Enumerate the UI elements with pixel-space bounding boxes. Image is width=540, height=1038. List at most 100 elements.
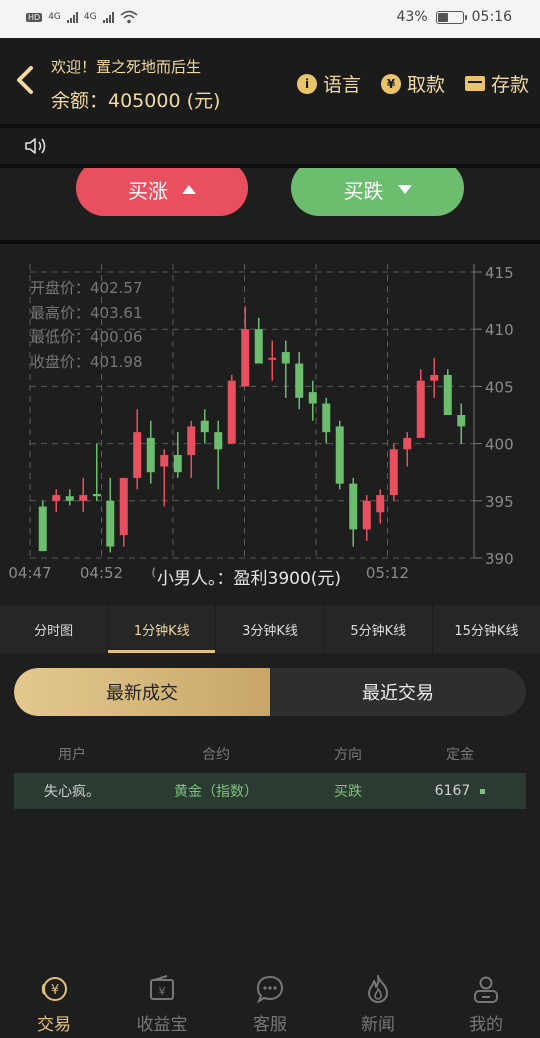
candle-body bbox=[79, 495, 88, 501]
flame-icon bbox=[368, 975, 388, 1003]
candle-body bbox=[106, 500, 115, 547]
candle-body bbox=[403, 437, 412, 450]
high-price: 最高价：403.61 bbox=[30, 303, 143, 322]
candle-body bbox=[376, 495, 385, 513]
candle-body bbox=[146, 437, 155, 473]
notice-bar bbox=[0, 128, 540, 164]
tab-1min-kline[interactable]: 1分钟K线 bbox=[108, 605, 217, 653]
candle-body bbox=[416, 380, 425, 438]
table-row: 失心疯。 黄金（指数） 买跌 6167 bbox=[14, 773, 526, 809]
cell-user: 失心疯。 bbox=[44, 784, 100, 800]
col-direction: 方向 bbox=[334, 747, 362, 763]
y-tick-label: 400 bbox=[485, 436, 514, 454]
y-tick-label: 415 bbox=[485, 264, 514, 282]
svg-text:¥: ¥ bbox=[51, 983, 59, 998]
candle-body bbox=[268, 357, 277, 360]
candle-body bbox=[92, 493, 101, 497]
trade-yen-icon: ¥ bbox=[41, 977, 67, 1001]
candle-body bbox=[443, 374, 452, 415]
withdraw-label: 取款 bbox=[407, 74, 446, 96]
candle-body bbox=[214, 432, 223, 450]
wallet-yen-icon: ¥ bbox=[150, 975, 174, 1000]
nav-trade[interactable]: ¥ 交易 bbox=[0, 966, 108, 1038]
tab-5min-kline[interactable]: 5分钟K线 bbox=[325, 605, 433, 653]
cell-deposit: 6167 bbox=[434, 783, 471, 799]
col-deposit: 定金 bbox=[446, 747, 474, 763]
candle-body bbox=[457, 415, 466, 427]
chat-bubble-icon bbox=[256, 975, 284, 1004]
candle-body bbox=[430, 374, 439, 381]
nav-trade-label: 交易 bbox=[37, 1015, 71, 1035]
y-tick-label: 395 bbox=[485, 493, 514, 511]
candle-body bbox=[362, 500, 371, 530]
balance-text: 余额：405000 (元) bbox=[51, 90, 221, 112]
kline-chart[interactable]: 41541040540039539004:4704:5204:5705:0205… bbox=[0, 244, 540, 600]
svg-text:¥: ¥ bbox=[159, 985, 166, 998]
welcome-text: 欢迎！置之死地而后生 bbox=[51, 58, 202, 76]
cell-deposit-wrap: 6167 bbox=[394, 773, 526, 809]
back-arrow-icon[interactable] bbox=[14, 62, 36, 98]
network-indicators: HD 4G 4G bbox=[26, 10, 138, 24]
buy-up-button[interactable]: 买涨 bbox=[76, 168, 248, 216]
battery-fill bbox=[437, 12, 448, 22]
ohlc-info: 开盘价：402.57 最高价：403.61 最低价：400.06 收盘价：401… bbox=[30, 276, 143, 374]
candle-body bbox=[389, 449, 398, 496]
yen-icon: ¥ bbox=[381, 73, 401, 94]
profit-ticker: 小男人。：盈利3900(元) bbox=[155, 564, 344, 589]
candle-body bbox=[119, 477, 128, 536]
x-tick-label: 05:12 bbox=[366, 564, 409, 582]
candle-body bbox=[200, 420, 209, 433]
speaker-icon[interactable] bbox=[24, 136, 48, 156]
buy-down-label: 买跌 bbox=[343, 178, 384, 203]
hd-icon: HD bbox=[26, 12, 43, 22]
account-header: 欢迎！置之死地而后生 余额：405000 (元) i 语言 ¥ 取款 存款 bbox=[0, 38, 540, 124]
status-dot-icon bbox=[480, 788, 486, 794]
cell-contract: 黄金（指数） bbox=[174, 784, 258, 800]
net-label-1: 4G bbox=[48, 12, 61, 22]
nav-yield[interactable]: ¥ 收益宝 bbox=[108, 966, 216, 1038]
candle-body bbox=[335, 426, 344, 484]
trade-list-toggle: 最新成交 最近交易 bbox=[14, 668, 526, 716]
signal-icon-2 bbox=[102, 11, 114, 23]
triangle-up-icon bbox=[182, 184, 196, 194]
nav-service[interactable]: 客服 bbox=[216, 966, 324, 1038]
deposit-button[interactable]: 存款 bbox=[465, 70, 529, 97]
language-button[interactable]: i 语言 bbox=[297, 70, 361, 97]
cell-direction: 买跌 bbox=[334, 784, 362, 800]
candle-body bbox=[52, 495, 61, 501]
clock: 05:16 bbox=[471, 9, 512, 25]
tab-3min-kline[interactable]: 3分钟K线 bbox=[216, 605, 325, 653]
triangle-down-icon bbox=[397, 184, 412, 194]
nav-mine-label: 我的 bbox=[469, 1015, 503, 1035]
x-tick-label: 04:47 bbox=[8, 564, 51, 582]
candle-body bbox=[38, 506, 47, 552]
col-user: 用户 bbox=[58, 747, 86, 763]
tab-15min-kline[interactable]: 15分钟K线 bbox=[433, 605, 540, 653]
trade-buttons-area: 买涨 买跌 bbox=[0, 168, 540, 240]
trades-table-header: 用户 合约 方向 定金 bbox=[14, 740, 526, 768]
nav-news[interactable]: 新闻 bbox=[324, 966, 432, 1038]
recent-trades-tab[interactable]: 最近交易 bbox=[270, 668, 526, 716]
open-price: 开盘价：402.57 bbox=[30, 279, 143, 297]
close-price: 收盘价：401.98 bbox=[30, 352, 143, 371]
buy-down-button[interactable]: 买跌 bbox=[291, 168, 464, 216]
tab-timeshare[interactable]: 分时图 bbox=[0, 605, 109, 653]
withdraw-button[interactable]: ¥ 取款 bbox=[381, 70, 445, 97]
candle-body bbox=[160, 455, 169, 467]
candle-body bbox=[133, 432, 142, 478]
status-right: 43% 05:16 bbox=[397, 9, 512, 25]
y-tick-label: 410 bbox=[485, 321, 514, 339]
language-label: 语言 bbox=[323, 74, 362, 96]
latest-trades-tab[interactable]: 最新成交 bbox=[14, 668, 270, 716]
candle-body bbox=[65, 496, 74, 501]
candle-body bbox=[349, 483, 358, 530]
info-icon: i bbox=[297, 73, 317, 94]
candle-body bbox=[308, 392, 317, 404]
battery-percent: 43% bbox=[396, 9, 428, 25]
candle-body bbox=[281, 352, 290, 364]
status-bar: HD 4G 4G 43% 05:16 bbox=[0, 0, 540, 38]
nav-mine[interactable]: 我的 bbox=[432, 966, 540, 1038]
battery-icon bbox=[435, 10, 467, 24]
signal-icon bbox=[66, 11, 78, 23]
col-contract: 合约 bbox=[202, 747, 230, 763]
